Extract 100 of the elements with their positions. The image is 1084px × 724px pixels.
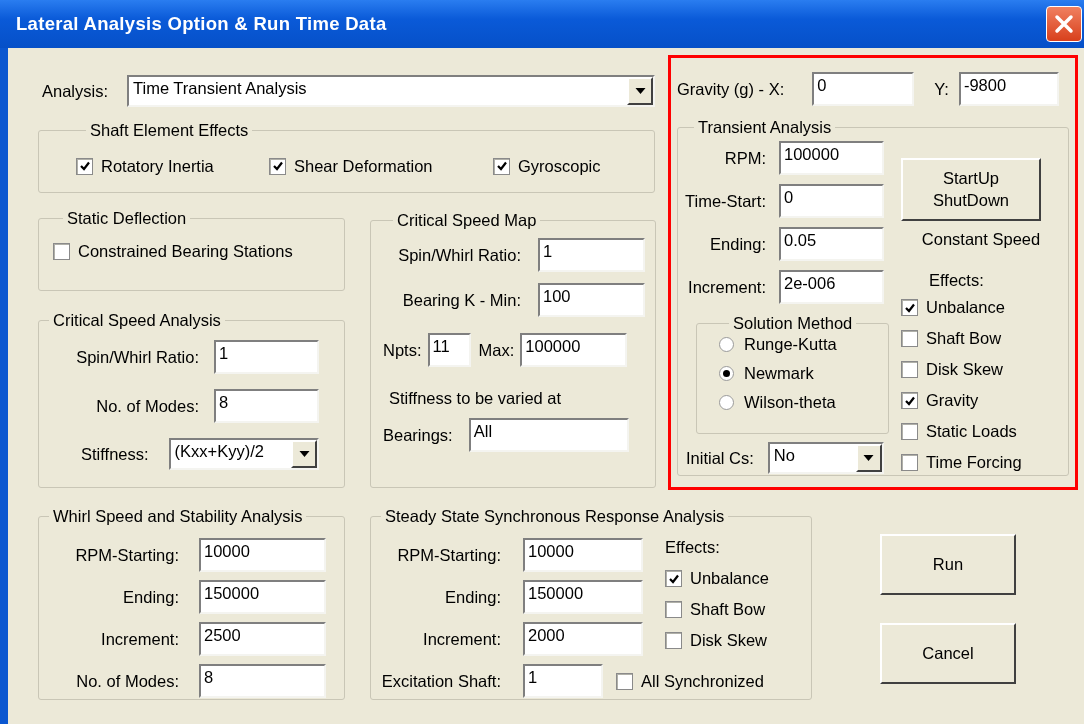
- close-icon: [1054, 14, 1074, 34]
- field-label: RPM-Starting:: [75, 545, 179, 565]
- checkbox[interactable]: [665, 632, 682, 649]
- checkbox-label[interactable]: Disk Skew: [690, 631, 767, 650]
- text-field[interactable]: 150000: [199, 580, 326, 614]
- text-field[interactable]: 150000: [523, 580, 643, 614]
- checkbox-label[interactable]: Shaft Bow: [690, 600, 766, 619]
- radio-button[interactable]: [719, 395, 734, 410]
- dropdown-arrow-button[interactable]: [855, 444, 882, 472]
- effects-label: Effects:: [665, 538, 721, 557]
- radio-label[interactable]: Newmark: [744, 364, 814, 383]
- field-label: Excitation Shaft:: [381, 671, 501, 691]
- dropdown-value: (Kxx+Kyy)/2: [173, 441, 265, 462]
- checkbox[interactable]: [616, 672, 633, 690]
- checkbox[interactable]: [76, 157, 93, 175]
- radio-button[interactable]: [719, 337, 734, 352]
- checkbox-label[interactable]: Unbalance: [926, 298, 1005, 317]
- text-field[interactable]: 2500: [199, 622, 326, 656]
- text-field[interactable]: 100000: [779, 141, 884, 175]
- dropdown-arrow-button[interactable]: [291, 440, 317, 468]
- field-label: Stiffness:: [81, 444, 149, 464]
- text-field[interactable]: 1: [523, 664, 603, 698]
- field-label: Initial Cs:: [686, 448, 754, 468]
- group-title: Transient Analysis: [697, 118, 833, 137]
- dropdown-value: Time Transient Analysis: [132, 78, 308, 99]
- close-button[interactable]: [1046, 6, 1082, 42]
- checkbox-label[interactable]: Gyroscopic: [518, 156, 601, 176]
- dialog-button[interactable]: Run: [880, 534, 1016, 595]
- checkbox[interactable]: [901, 299, 918, 316]
- group-title: Critical Speed Analysis: [52, 311, 222, 330]
- text-field[interactable]: 11: [427, 333, 471, 367]
- field-label: Bearings:: [383, 425, 453, 445]
- checkbox-label[interactable]: Unbalance: [690, 569, 769, 588]
- checkbox-label[interactable]: Time Forcing: [926, 453, 1022, 472]
- checkbox-label[interactable]: Constrained Bearing Stations: [78, 242, 293, 261]
- checkbox-label[interactable]: Shear Deformation: [294, 156, 433, 176]
- text-field[interactable]: 0: [779, 184, 884, 218]
- checkbox[interactable]: [901, 330, 918, 347]
- checkbox-label[interactable]: Static Loads: [926, 422, 1017, 441]
- caret-down-icon: [634, 88, 646, 94]
- text-field[interactable]: 1: [538, 238, 645, 272]
- text-field[interactable]: 100: [538, 283, 645, 317]
- field-label: Increment:: [101, 629, 179, 649]
- dropdown[interactable]: No: [767, 442, 884, 474]
- checkbox-label[interactable]: Gravity: [926, 391, 979, 410]
- speed-mode-label: Constant Speed: [920, 230, 1041, 249]
- text-field[interactable]: 8: [214, 389, 319, 423]
- caret-down-icon: [863, 455, 875, 461]
- dropdown-arrow-button[interactable]: [627, 77, 653, 105]
- radio-label[interactable]: Wilson-theta: [744, 393, 836, 412]
- checkbox[interactable]: [53, 243, 70, 260]
- text-field[interactable]: 10000: [523, 538, 643, 572]
- radio-label[interactable]: Runge-Kutta: [744, 335, 837, 354]
- group-title: Shaft Element Effects: [89, 121, 250, 140]
- field-label: Increment:: [688, 277, 766, 297]
- field-label: Bearing K - Min:: [402, 290, 521, 310]
- checkbox-label[interactable]: Rotatory Inertia: [101, 156, 214, 176]
- checkbox[interactable]: [493, 157, 510, 175]
- text-field[interactable]: 2e-006: [779, 270, 884, 304]
- field-label: Spin/Whirl Ratio:: [76, 347, 199, 367]
- field-label: Ending:: [445, 587, 501, 607]
- checkbox[interactable]: [901, 361, 918, 378]
- field-label: RPM-Starting:: [397, 545, 501, 565]
- field-label: Spin/Whirl Ratio:: [398, 245, 521, 265]
- window-title: Lateral Analysis Option & Run Time Data: [16, 13, 387, 35]
- text-field[interactable]: 0: [812, 72, 915, 106]
- field-label: Max:: [478, 340, 515, 359]
- checkbox[interactable]: [901, 423, 918, 440]
- field-label: Ending:: [710, 234, 766, 254]
- text-field[interactable]: 0.05: [779, 227, 884, 261]
- field-label: Npts:: [383, 340, 422, 360]
- field-label: Analysis:: [41, 81, 110, 101]
- dropdown[interactable]: (Kxx+Kyy)/2: [168, 438, 319, 470]
- group-title: Static Deflection: [66, 209, 188, 228]
- dialog-button[interactable]: Cancel: [880, 623, 1016, 684]
- checkbox-label[interactable]: Shaft Bow: [926, 329, 1002, 348]
- checkbox[interactable]: [269, 157, 286, 175]
- group-title: Critical Speed Map: [396, 211, 538, 230]
- text-field[interactable]: 10000: [199, 538, 326, 572]
- checkbox-label[interactable]: Disk Skew: [926, 360, 1003, 379]
- checkbox[interactable]: [665, 570, 682, 587]
- field-label: Time-Start:: [685, 191, 766, 211]
- text-field[interactable]: 2000: [523, 622, 643, 656]
- effects-label: Effects:: [928, 271, 984, 290]
- field-label: Gravity (g) - X:: [677, 79, 785, 99]
- checkbox[interactable]: [665, 601, 682, 618]
- dropdown[interactable]: Time Transient Analysis: [127, 75, 655, 107]
- text-field[interactable]: All: [468, 418, 629, 452]
- text-field[interactable]: 100000: [520, 333, 628, 367]
- text-field[interactable]: -9800: [958, 72, 1059, 106]
- radio-button[interactable]: [719, 366, 734, 381]
- text-field[interactable]: 8: [199, 664, 326, 698]
- checkbox-label[interactable]: All Synchronized: [641, 671, 764, 691]
- checkbox[interactable]: [901, 454, 918, 471]
- caret-down-icon: [298, 451, 310, 457]
- field-label: Y:: [934, 79, 949, 99]
- text-field[interactable]: 1: [214, 340, 319, 374]
- checkbox[interactable]: [901, 392, 918, 409]
- group-title: Steady State Synchronous Response Analysis: [384, 507, 726, 526]
- startup-shutdown-button[interactable]: StartUp ShutDown: [901, 158, 1041, 221]
